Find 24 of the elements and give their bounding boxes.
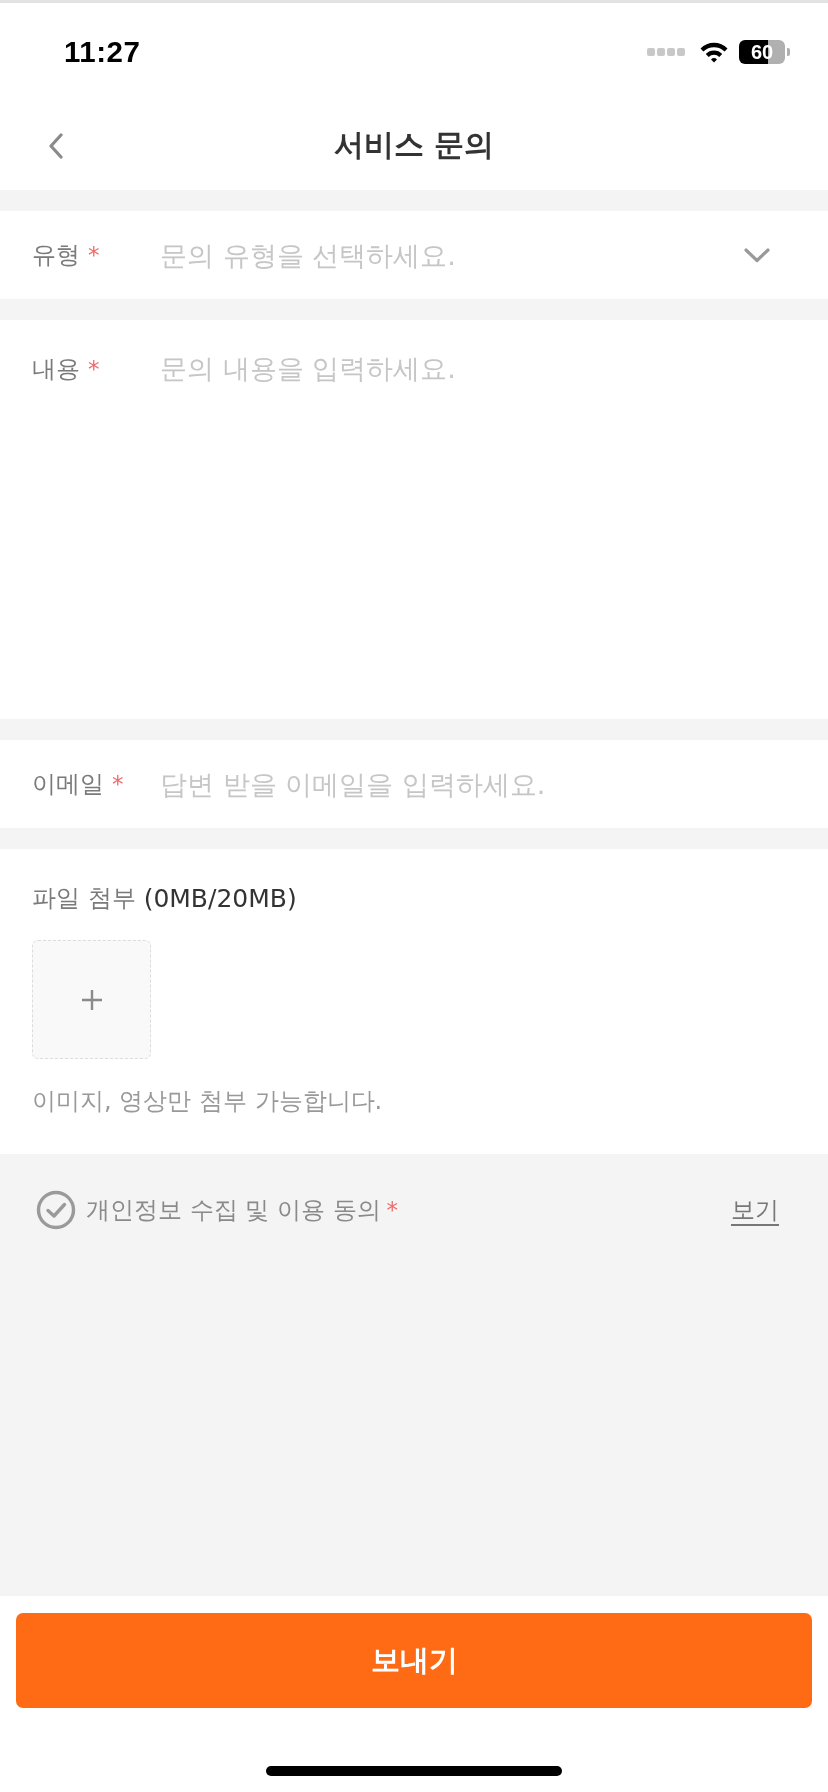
page-title: 서비스 문의	[333, 125, 495, 164]
required-mark: *	[112, 771, 124, 797]
status-time: 11:27	[64, 34, 141, 69]
attachment-size: (0MB/20MB)	[143, 883, 297, 913]
select-field[interactable]: 문의 유형을 선택하세요.	[160, 237, 734, 273]
plus-icon	[80, 988, 103, 1011]
input-field[interactable]: 답변 받을 이메일을 입력하세요.	[160, 766, 796, 802]
required-mark: *	[386, 1197, 398, 1223]
required-mark: *	[88, 356, 100, 382]
back-chevron-icon	[48, 133, 64, 159]
attachment-hint: 이미지, 영상만 첨부 가능합니다.	[32, 1086, 383, 1117]
text-area[interactable]: 문의 내용을 입력하세요.	[160, 351, 796, 681]
submit-button[interactable]: 보내기	[16, 1613, 812, 1708]
wifi-icon	[699, 40, 729, 63]
chevron-down-icon[interactable]	[744, 247, 770, 263]
check-circle-icon[interactable]	[36, 1190, 76, 1230]
cellular-signal-icon	[647, 46, 685, 57]
required-mark: *	[88, 242, 100, 268]
attachment-label: 파일 첨부	[32, 883, 136, 914]
field-label: 내용	[32, 354, 80, 385]
field-label: 이메일	[32, 769, 104, 800]
view-link[interactable]: 보기	[731, 1194, 779, 1226]
field-label: 유형	[32, 240, 80, 271]
consent-label: 개인정보 수집 및 이용 동의	[86, 1195, 381, 1226]
